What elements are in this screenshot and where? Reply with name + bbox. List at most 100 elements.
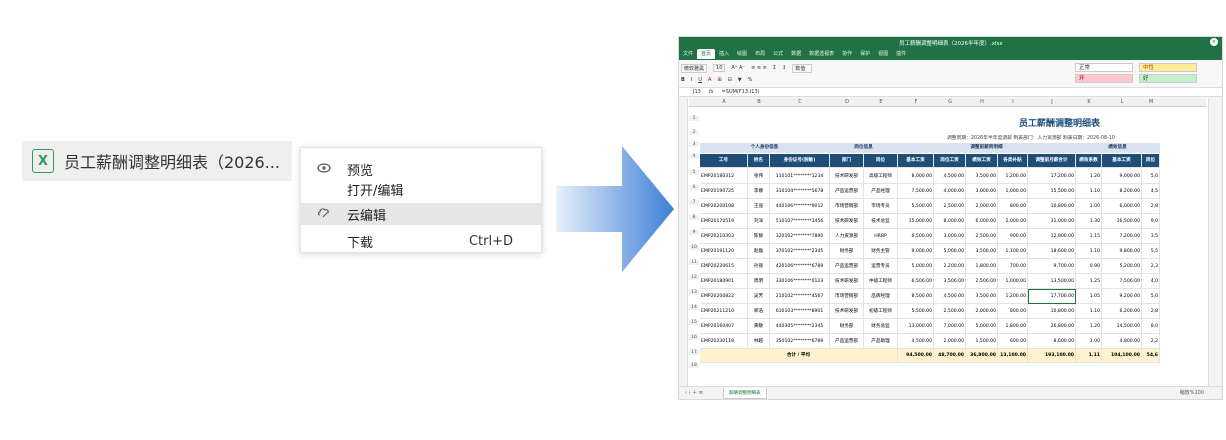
header-cell[interactable]: 工号 [700,154,748,168]
table-cell[interactable]: 193,100.00 [1028,349,1076,363]
table-cell[interactable]: 1,200.00 [998,289,1028,304]
table-cell[interactable]: 产品运营部 [830,184,864,199]
table-cell[interactable]: 5,000.00 [934,244,966,259]
tab-data[interactable]: 数据 [787,49,805,59]
row-header[interactable]: 18 [689,363,699,368]
percent-icon[interactable]: % [748,77,753,83]
table-cell[interactable]: 610103********8901 [770,304,830,319]
tab-layout[interactable]: 布局 [751,49,769,59]
table-cell[interactable]: 财务部 [830,244,864,259]
sum-icon[interactable]: Σ [773,65,776,71]
table-cell[interactable]: 1.30 [1076,214,1102,229]
table-cell[interactable]: 1.00 [1076,199,1102,214]
table-cell[interactable]: 产品运营部 [830,334,864,349]
table-cell[interactable]: 赵磊 [748,244,770,259]
table-cell[interactable]: 市场营销部 [830,199,864,214]
sort-icon[interactable]: ↕ [782,65,786,71]
table-cell[interactable]: 1.10 [1076,184,1102,199]
table-cell[interactable]: 1.05 [1076,289,1102,304]
table-cell[interactable]: 17,200.00 [1028,169,1076,184]
table-cell[interactable]: 8,600.00 [1028,334,1076,349]
table-cell[interactable]: 8,500.00 [898,289,934,304]
table-cell[interactable]: 1.10 [1076,244,1102,259]
table-cell[interactable]: 3,000.00 [934,229,966,244]
table-cell[interactable]: 1.00 [1076,334,1102,349]
table-cell[interactable]: 技术研发部 [830,274,864,289]
table-cell[interactable]: 市场专员 [864,199,898,214]
header-cell[interactable]: 调整前月薪合计 [1028,154,1076,168]
table-cell[interactable]: 1.10 [1076,304,1102,319]
tab-plugins[interactable]: 插件 [892,49,910,59]
table-cell[interactable]: 财务部 [830,319,864,334]
table-cell[interactable]: 周明 [748,274,770,289]
table-cell[interactable]: 2,500.00 [966,229,998,244]
align-icons[interactable]: ≡ ≡ ≡ [751,65,767,71]
table-cell[interactable]: 产品助理 [864,334,898,349]
table-cell[interactable]: 110101********1234 [770,169,830,184]
table-cell[interactable]: 2,000.00 [998,214,1028,229]
row-header[interactable]: 14 [689,305,699,310]
tab-draw[interactable]: 绘图 [733,49,751,59]
tab-insert[interactable]: 插入 [715,49,733,59]
table-cell[interactable]: 技术研发部 [830,169,864,184]
column-header[interactable]: M [1142,99,1160,105]
header-cell[interactable]: 绩效工资 [966,154,998,168]
border-icon[interactable]: ⊞ [717,77,721,83]
table-cell[interactable]: 财务总监 [864,319,898,334]
table-cell[interactable]: 330106********0123 [770,274,830,289]
header-cell[interactable]: 岗位工资 [934,154,966,168]
group-header-cell[interactable]: 绩效信息 [1076,143,1160,153]
table-cell[interactable]: 1,800.00 [998,319,1028,334]
font-name-select[interactable]: 微软雅黑 [681,63,708,73]
table-cell[interactable]: 94,500.00 [898,349,934,363]
header-cell[interactable]: 身份证号(脱敏) [770,154,830,168]
table-cell[interactable]: 13,100.00 [998,349,1028,363]
table-cell[interactable]: 5,000.00 [966,319,998,334]
table-cell[interactable]: 4,800.00 [1102,334,1142,349]
table-cell[interactable]: 3,500.00 [966,289,998,304]
table-cell[interactable]: 3,5 [1142,229,1160,244]
table-cell[interactable]: 5,500.00 [898,304,934,319]
column-header[interactable]: D [830,99,864,105]
table-cell[interactable]: 8,000.00 [934,214,966,229]
tab-view[interactable]: 视图 [874,49,892,59]
table-cell[interactable]: 黄敏 [748,319,770,334]
table-cell[interactable]: 技术研发部 [830,304,864,319]
table-cell[interactable]: 8,000.00 [898,169,934,184]
row-header[interactable]: 15 [689,320,699,325]
table-cell[interactable]: 9,000.00 [1102,169,1142,184]
table-cell[interactable]: EMP20200108 [700,199,748,214]
table-cell[interactable]: 310104********5678 [770,184,830,199]
table-cell[interactable]: 5,000.00 [898,259,934,274]
table-cell[interactable]: HRBP [864,229,898,244]
row-header[interactable]: 16 [689,335,699,340]
table-cell[interactable]: 15,000.00 [898,214,934,229]
tab-protect[interactable]: 保护 [856,49,874,59]
style-bad[interactable]: 坏 [1075,74,1133,83]
merge-icon[interactable]: ⊟ [728,77,732,83]
table-cell[interactable]: 17,700.00 [1028,289,1076,304]
table-cell[interactable]: 7,000.00 [934,319,966,334]
table-cell[interactable]: 10,800.00 [1028,199,1076,214]
row-header[interactable]: 2 [689,130,699,135]
table-cell[interactable]: EMP20191120 [700,244,748,259]
row-header[interactable]: 8 [689,215,699,220]
table-cell[interactable]: 900.00 [998,229,1028,244]
table-cell[interactable]: 4,500.00 [934,169,966,184]
table-cell[interactable]: 54,6 [1142,349,1160,363]
style-normal[interactable]: 正常 [1075,63,1133,72]
column-header[interactable]: K [1076,99,1102,105]
table-cell[interactable]: 5,200.00 [1102,259,1142,274]
row-header[interactable]: 6 [689,185,699,190]
group-header-cell[interactable]: 调整前薪资明细 [898,143,1076,153]
table-cell[interactable]: 9,000.00 [898,244,934,259]
column-header[interactable]: E [864,99,898,105]
table-cell[interactable]: 600.00 [998,334,1028,349]
sheet-tab[interactable]: 薪酬调整明细表 [723,388,767,399]
worksheet[interactable]: ABCDEFGHIJKLM 员工薪酬调整明细表 调整周期：2026年半年度调薪 … [689,98,1206,388]
file-list-item[interactable]: X 员工薪酬调整明细表（2026... [22,141,292,181]
column-header[interactable]: H [966,99,998,105]
table-cell[interactable]: 高级工程师 [864,169,898,184]
table-cell[interactable]: 6,000.00 [966,214,998,229]
row-header[interactable]: 7 [689,200,699,205]
